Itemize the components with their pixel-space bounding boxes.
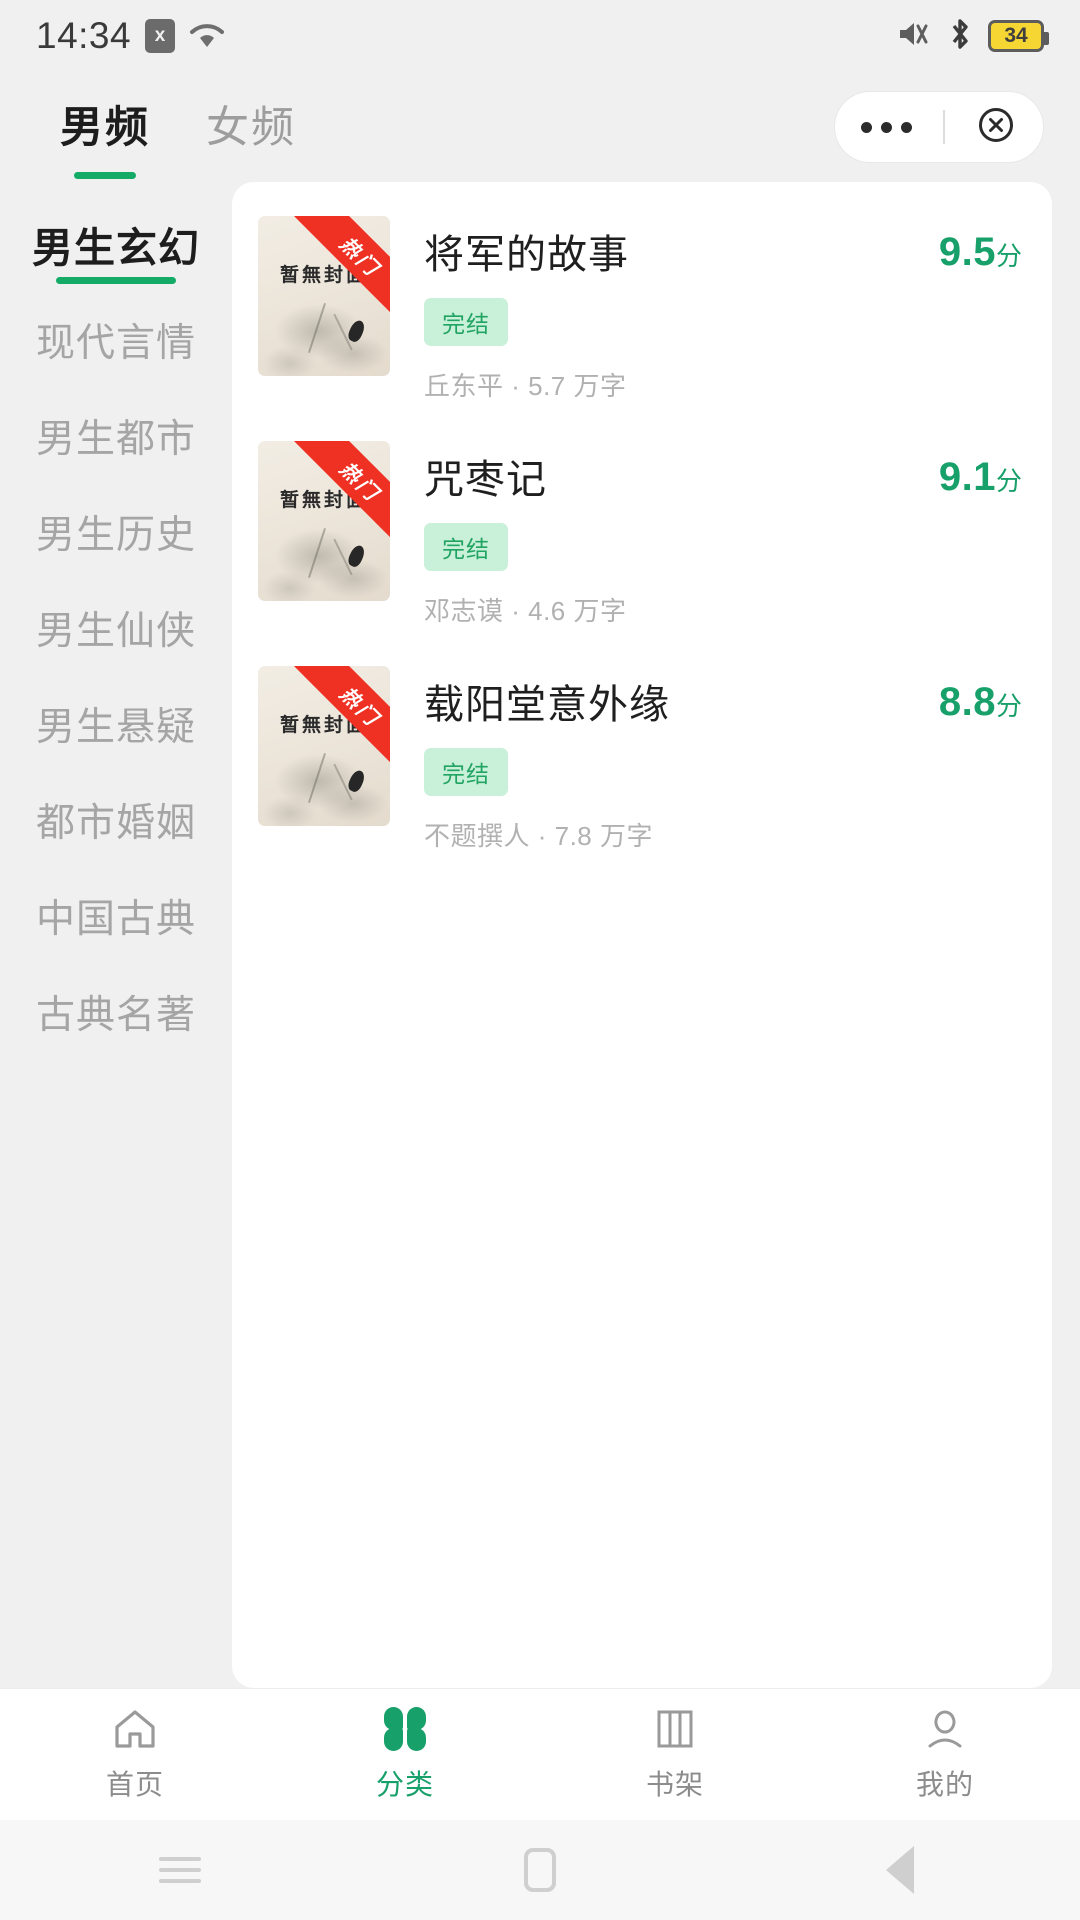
- sidebar-item-modern-romance[interactable]: 现代言情: [0, 292, 232, 388]
- book-score: 9.5分: [939, 216, 1022, 275]
- book-list-item[interactable]: 暂無封面 热门 载阳堂意外缘 完结 不题撰人 · 7.8 万字 8.8分: [232, 646, 1052, 871]
- status-badge: 完结: [424, 298, 508, 346]
- sidebar-item-label: 男生都市: [35, 418, 196, 461]
- book-meta: 丘东平 · 5.7 万字: [424, 371, 627, 401]
- sidebar-item-label: 男生仙侠: [35, 610, 196, 653]
- book-list-panel: 暂無封面 热门 将军的故事 完结 丘东平 · 5.7 万字 9.5分 暂無封面: [232, 182, 1052, 1688]
- sidebar-item-classic-masterpiece[interactable]: 古典名著: [0, 964, 232, 1060]
- sidebar-item-urban[interactable]: 男生都市: [0, 388, 232, 484]
- bluetooth-icon: [947, 16, 973, 57]
- capsule-divider: [942, 110, 945, 144]
- sidebar-item-chinese-classic[interactable]: 中国古典: [0, 868, 232, 964]
- sidebar-item-label: 现代言情: [35, 322, 196, 365]
- sidebar-item-label: 男生玄幻: [32, 225, 200, 271]
- profile-icon: [921, 1706, 969, 1752]
- status-bar-right: 34: [894, 16, 1049, 57]
- book-info: 将军的故事 完结 丘东平 · 5.7 万字: [390, 216, 939, 403]
- sidebar-item-urban-marriage[interactable]: 都市婚姻: [0, 772, 232, 868]
- status-bar: 14:34 x 34: [0, 0, 1080, 72]
- status-badge: 完结: [424, 748, 508, 796]
- book-list-item[interactable]: 暂無封面 热门 将军的故事 完结 丘东平 · 5.7 万字 9.5分: [232, 196, 1052, 421]
- tab-bookshelf[interactable]: 书架: [540, 1706, 810, 1803]
- home-icon: [111, 1706, 159, 1752]
- sidebar-item-xuanhuan[interactable]: 男生玄幻: [0, 196, 232, 292]
- sim-card-icon: x: [145, 19, 176, 53]
- tab-home-label: 首页: [105, 1769, 164, 1800]
- book-score-unit: 分: [995, 691, 1022, 721]
- book-score-value: 8.8: [938, 680, 996, 724]
- tab-male-channel-label: 男频: [60, 104, 150, 152]
- book-cover: 暂無封面 热门: [258, 216, 390, 376]
- sidebar-item-suspense[interactable]: 男生悬疑: [0, 676, 232, 772]
- category-clover-icon: [381, 1706, 429, 1752]
- book-title: 载阳堂意外缘: [424, 683, 670, 727]
- back-triangle-icon[interactable]: [720, 1846, 1080, 1894]
- cover-art-bird: [346, 768, 367, 794]
- tab-bookshelf-label: 书架: [645, 1769, 704, 1800]
- hot-ribbon: 热门: [294, 441, 390, 537]
- main-content: 男生玄幻 现代言情 男生都市 男生历史 男生仙侠 男生悬疑 都市婚姻 中国古典 …: [0, 182, 1080, 1688]
- header: 男频 女频: [0, 72, 1080, 182]
- book-info: 载阳堂意外缘 完结 不题撰人 · 7.8 万字: [390, 666, 939, 853]
- category-sidebar[interactable]: 男生玄幻 现代言情 男生都市 男生历史 男生仙侠 男生悬疑 都市婚姻 中国古典 …: [0, 182, 232, 1688]
- battery-icon: 34: [988, 20, 1049, 52]
- sidebar-item-label: 古典名著: [35, 994, 196, 1037]
- sidebar-item-history[interactable]: 男生历史: [0, 484, 232, 580]
- tab-female-channel[interactable]: 女频: [206, 93, 296, 161]
- battery-level: 34: [1004, 24, 1028, 47]
- tab-male-channel[interactable]: 男频: [60, 93, 150, 161]
- hot-ribbon-label: 热门: [294, 216, 390, 312]
- sidebar-item-label: 都市婚姻: [35, 802, 196, 845]
- tab-profile[interactable]: 我的: [810, 1706, 1080, 1803]
- tab-profile-label: 我的: [915, 1769, 974, 1800]
- book-cover: 暂無封面 热门: [258, 441, 390, 601]
- book-list-item[interactable]: 暂無封面 热门 咒枣记 完结 邓志谟 · 4.6 万字 9.1分: [232, 421, 1052, 646]
- book-title: 咒枣记: [424, 458, 547, 502]
- wifi-icon: [189, 21, 225, 51]
- gender-tab-group: 男频 女频: [60, 93, 296, 161]
- cover-art-bird: [346, 543, 367, 569]
- android-nav-bar: [0, 1820, 1080, 1920]
- sidebar-item-xianxia[interactable]: 男生仙侠: [0, 580, 232, 676]
- close-icon[interactable]: [975, 104, 1017, 151]
- tab-category[interactable]: 分类: [270, 1706, 540, 1803]
- book-title: 将军的故事: [424, 233, 629, 277]
- sidebar-item-label: 中国古典: [35, 898, 196, 941]
- status-bar-left: 14:34 x: [36, 15, 225, 57]
- status-badge: 完结: [424, 523, 508, 571]
- book-meta: 邓志谟 · 4.6 万字: [424, 596, 627, 626]
- hot-ribbon-label: 热门: [294, 441, 390, 537]
- book-score: 9.1分: [939, 441, 1022, 500]
- hot-ribbon: 热门: [294, 216, 390, 312]
- tab-category-label: 分类: [375, 1769, 434, 1800]
- book-score-value: 9.1: [938, 455, 996, 499]
- bookshelf-icon: [651, 1706, 699, 1752]
- book-meta: 不题撰人 · 7.8 万字: [424, 821, 653, 851]
- book-score-value: 9.5: [938, 230, 996, 274]
- book-info: 咒枣记 完结 邓志谟 · 4.6 万字: [390, 441, 939, 628]
- tab-female-channel-label: 女频: [206, 104, 296, 152]
- book-score: 8.8分: [939, 666, 1022, 725]
- hot-ribbon: 热门: [294, 666, 390, 762]
- book-score-unit: 分: [995, 466, 1022, 496]
- sidebar-item-label: 男生悬疑: [35, 706, 196, 749]
- book-cover: 暂無封面 热门: [258, 666, 390, 826]
- tab-home[interactable]: 首页: [0, 1706, 270, 1803]
- menu-icon[interactable]: [0, 1850, 360, 1890]
- sidebar-item-label: 男生历史: [35, 514, 196, 557]
- status-time: 14:34: [36, 15, 132, 56]
- mute-icon: [894, 17, 932, 56]
- sim-card-label: x: [154, 25, 166, 46]
- mini-program-capsule: [834, 91, 1044, 163]
- bottom-tab-bar: 首页 分类 书架 我的: [0, 1688, 1080, 1820]
- home-square-icon[interactable]: [360, 1848, 720, 1892]
- more-options-icon[interactable]: [861, 121, 912, 133]
- cover-art-bird: [346, 318, 367, 344]
- book-score-unit: 分: [995, 241, 1022, 271]
- hot-ribbon-label: 热门: [294, 666, 390, 762]
